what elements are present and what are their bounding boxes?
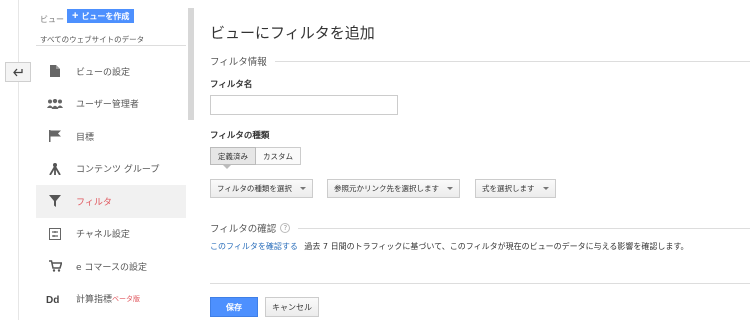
chevron-down-icon [299,187,306,190]
cancel-button[interactable]: キャンセル [265,297,319,317]
sidebar-scrollbar[interactable] [188,8,194,120]
create-view-button[interactable]: + ビューを作成 [67,9,135,23]
section-rule [298,227,750,229]
section-heading: フィルタ情報 [210,57,267,68]
filter-type-toggle: 定義済み カスタム [210,147,301,165]
chevron-down-icon [447,187,453,190]
sidebar-item-view-settings[interactable]: ビューの設定 [36,55,186,88]
chevron-down-icon [542,187,549,190]
sidebar-item-label: ユーザー管理者 [76,100,139,111]
back-arrow-icon [12,68,23,76]
verify-description: このフィルタを確認する 過去 7 日間のトラフィックに基づいて、このフィルタが現… [210,241,689,252]
sidebar-item-label: フィルタ [76,197,112,208]
sidebar-item-label: e コマースの設定 [76,262,147,273]
sidebar-item-user-management[interactable]: ユーザー管理者 [36,88,186,121]
verify-filter-link[interactable]: このフィルタを確認する [210,242,298,251]
main-panel: ビューにフィルタを追加 フィルタ情報 フィルタ名 フィルタの種類 定義済み カス… [210,0,750,320]
dropdown-label: フィルタの種類を選択 [217,184,292,193]
flag-icon [46,129,64,143]
page-title: ビューにフィルタを追加 [210,24,375,42]
verify-text: 過去 7 日間のトラフィックに基づいて、このフィルタが現在のビューのデータに与え… [304,242,689,251]
document-icon [46,64,64,78]
sidebar-item-label: 計算指標 [76,295,113,306]
expression-dropdown[interactable]: 式を選択します [475,179,556,198]
verify-section: フィルタの確認 ? [210,221,750,235]
sidebar-item-label: ビューの設定 [76,67,131,78]
sidebar: ビュー + ビューを作成 すべてのウェブサイトのデータ ビューの設定 ユーザー管… [36,0,186,320]
filter-name-input[interactable] [210,95,398,115]
view-label: ビュー [40,15,64,24]
source-destination-dropdown[interactable]: 参照元かリンク先を選択します [327,179,460,198]
section-rule [274,60,750,62]
calculated-metrics-icon: Dd [46,292,64,306]
help-icon[interactable]: ? [280,223,291,233]
plus-icon: + [72,10,79,22]
filter-info-section: フィルタ情報 [210,54,750,68]
sidebar-item-label: チャネル設定 [76,230,130,241]
view-header: ビュー + ビューを作成 すべてのウェブサイトのデータ [36,0,186,45]
save-button[interactable]: 保存 [210,297,258,317]
left-divider [18,0,19,320]
sidebar-divider [36,45,186,46]
tab-custom[interactable]: カスタム [256,147,301,165]
filter-type-dropdown[interactable]: フィルタの種類を選択 [210,179,313,198]
sidebar-item-label: 目標 [76,132,95,143]
create-view-label: ビューを作成 [81,11,130,21]
beta-badge: ベータ版 [112,294,141,303]
sidebar-item-goals[interactable]: 目標 [36,120,186,153]
filter-icon [46,194,64,208]
tab-predefined[interactable]: 定義済み [210,147,256,165]
filter-type-label: フィルタの種類 [210,131,270,141]
active-tab-caret [223,165,231,169]
dropdown-label: 参照元かリンク先を選択します [334,184,439,193]
sidebar-item-label: コンテンツ グループ [76,165,160,176]
sidebar-item-ecommerce-settings[interactable]: e コマースの設定 [36,250,186,283]
sidebar-item-channel-settings[interactable]: チャネル設定 [36,218,186,251]
cart-icon [46,259,64,273]
section-heading: フィルタの確認 [210,224,277,235]
dropdown-label: 式を選択します [482,184,535,193]
channel-icon [46,227,64,241]
sidebar-item-content-groups[interactable]: コンテンツ グループ [36,153,186,186]
back-button[interactable] [5,62,31,82]
svg-text:Dd: Dd [46,295,59,304]
footer-divider [210,283,750,284]
content-group-icon [46,162,64,176]
sidebar-item-calculated-metrics[interactable]: Dd 計算指標 ベータ版 [36,283,186,316]
sidebar-item-filters[interactable]: フィルタ [36,185,186,218]
users-icon [46,97,64,111]
sidebar-nav: ビューの設定 ユーザー管理者 目標 コンテンツ グループ フィルタ チャネル設定… [36,55,186,315]
view-name[interactable]: すべてのウェブサイトのデータ [40,34,144,45]
filter-name-label: フィルタ名 [210,80,253,90]
